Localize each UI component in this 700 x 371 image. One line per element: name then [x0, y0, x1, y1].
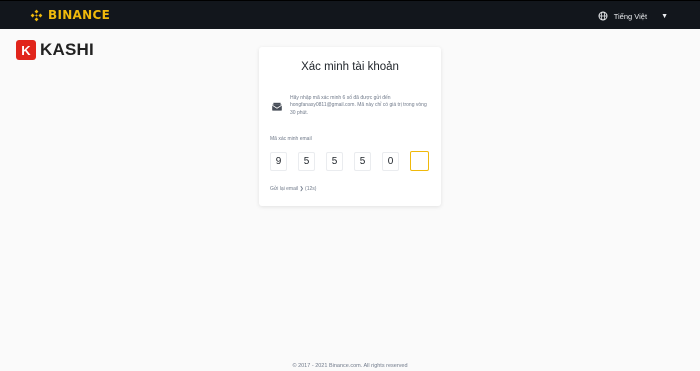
- code-label: Mã xác minh email: [270, 136, 312, 142]
- code-digit-3[interactable]: 5: [326, 152, 343, 171]
- language-selector[interactable]: Tiếng Việt ▼: [598, 9, 668, 23]
- resend-email-link[interactable]: Gửi lại email ❯ (12s): [270, 186, 316, 192]
- top-navbar: BINANCE Tiếng Việt ▼: [0, 0, 700, 29]
- instructions-text: Hãy nhập mã xác minh 6 số đã được gửi đế…: [290, 95, 427, 116]
- language-label: Tiếng Việt: [613, 11, 648, 21]
- kashi-text: KASHI: [40, 40, 94, 59]
- code-digit-1[interactable]: 9: [270, 152, 287, 171]
- code-digit-6[interactable]: [410, 151, 429, 171]
- code-digit-2[interactable]: 5: [298, 152, 315, 171]
- binance-logo[interactable]: BINANCE: [30, 8, 110, 22]
- globe-icon: [598, 11, 608, 21]
- page-title: Xác minh tài khoản: [301, 61, 399, 73]
- instructions: Hãy nhập mã xác minh 6 số đã được gửi đế…: [271, 95, 431, 117]
- binance-diamond-icon: [30, 9, 43, 21]
- code-digit-5[interactable]: 0: [382, 152, 399, 171]
- caret-down-icon: ▼: [661, 12, 668, 20]
- footer-copyright: © 2017 - 2021 Binance.com. All rights re…: [292, 363, 408, 369]
- code-input-group[interactable]: 9 5 5 5 0: [270, 151, 430, 172]
- verification-card: Xác minh tài khoản Hãy nhập mã xác minh …: [259, 47, 441, 206]
- kashi-watermark: K KASHI: [16, 40, 94, 60]
- kashi-badge: K: [16, 40, 36, 60]
- email-icon: [271, 102, 283, 111]
- brand-name: BINANCE: [48, 8, 111, 22]
- code-digit-4[interactable]: 5: [354, 152, 371, 171]
